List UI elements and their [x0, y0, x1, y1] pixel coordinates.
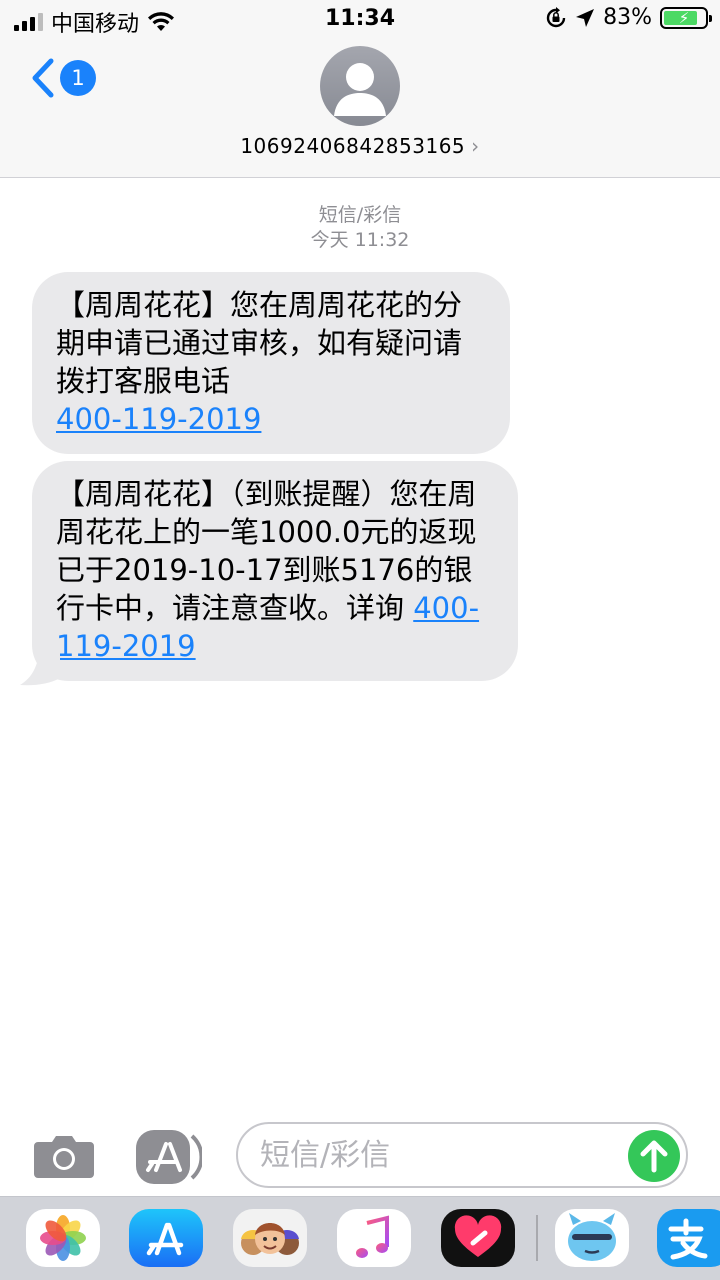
contact-title[interactable]: 10692406842853165 ›	[0, 134, 720, 158]
phone-link[interactable]: 400-119-2019	[56, 402, 261, 436]
composer-bar	[0, 1110, 720, 1196]
location-arrow-icon	[576, 8, 595, 27]
message-bubble[interactable]: 【周周花花】您在周周花花的分期申请已通过审核，如有疑问请拨打客服电话 400-1…	[32, 272, 510, 454]
music-icon[interactable]	[337, 1209, 411, 1267]
digital-touch-icon[interactable]	[441, 1209, 515, 1267]
status-right: 83% ⚡	[545, 5, 712, 30]
conversation-header: 1 10692406842853165 ›	[0, 40, 720, 178]
contact-avatar[interactable]	[320, 46, 400, 126]
alipay-icon[interactable]	[657, 1209, 720, 1267]
message-text: 【周周花花】您在周周花花的分期申请已通过审核，如有疑问请拨打客服电话	[56, 288, 463, 398]
dock-separator	[536, 1215, 538, 1261]
person-silhouette-icon	[334, 63, 386, 116]
memoji-icon[interactable]	[233, 1209, 307, 1267]
battery-percent: 83%	[603, 5, 652, 30]
message-input-field[interactable]	[236, 1122, 688, 1188]
sticker-icon[interactable]	[555, 1209, 629, 1267]
send-arrow-icon	[640, 1140, 668, 1173]
app-store-icon[interactable]	[136, 1130, 202, 1184]
unread-badge: 1	[60, 60, 96, 96]
photos-icon[interactable]	[26, 1209, 100, 1267]
camera-icon[interactable]	[34, 1134, 94, 1178]
chevron-left-icon	[32, 58, 54, 98]
imessage-app-drawer	[0, 1196, 720, 1280]
bubble-tail	[20, 648, 60, 686]
charging-bolt-icon: ⚡	[678, 8, 690, 27]
app-store-icon[interactable]	[129, 1209, 203, 1267]
back-button[interactable]: 1	[30, 58, 96, 98]
contact-number: 10692406842853165	[240, 134, 466, 158]
message-input[interactable]	[260, 1134, 620, 1176]
service-label: 短信/彩信	[318, 204, 402, 226]
send-button[interactable]	[628, 1130, 680, 1182]
battery-icon: ⚡	[660, 6, 712, 29]
message-timestamp: 今天 11:32	[310, 229, 410, 251]
message-bubble[interactable]: 【周周花花】（到账提醒）您在周周花花上的一笔1000.0元的返现已于2019-1…	[32, 461, 518, 681]
chevron-right-icon: ›	[471, 134, 480, 158]
rotation-lock-icon	[546, 6, 566, 27]
status-bar: 中国移动 11:34 83% ⚡	[0, 0, 720, 40]
thread-meta: 短信/彩信 今天 11:32	[0, 203, 720, 253]
